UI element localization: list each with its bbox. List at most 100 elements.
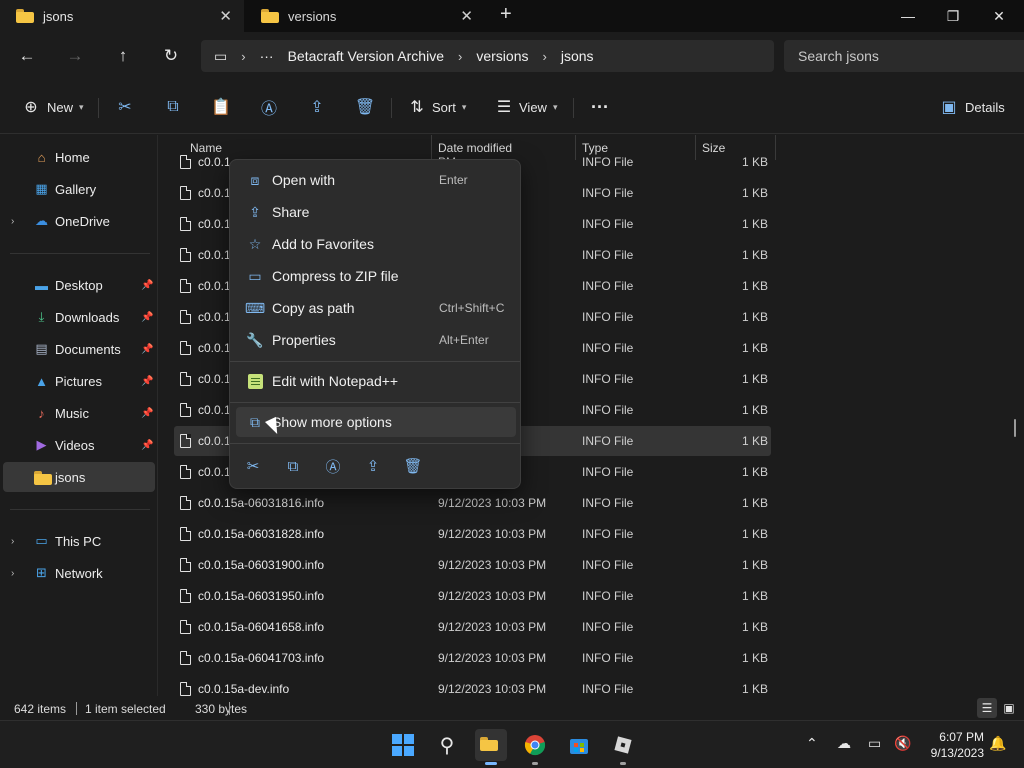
sidebar-item-music[interactable]: ♪ Music 📌 (0, 398, 155, 428)
chrome-taskbar-button[interactable] (519, 729, 551, 765)
file-size: 1 KB (741, 186, 768, 200)
close-tab-icon[interactable]: ✕ (219, 7, 232, 25)
add-to-favorites-menu-item[interactable]: ☆ Add to Favorites (236, 229, 516, 259)
tab-versions[interactable]: versions ✕ (245, 0, 485, 32)
trash-icon[interactable]: 🗑 (402, 455, 424, 477)
display-icon[interactable]: ▭ (868, 735, 881, 752)
menu-divider (230, 443, 520, 444)
chevron-right-icon[interactable]: › (11, 536, 14, 547)
file-name: c0.0.15a-06041703.info (198, 651, 325, 665)
view-button[interactable]: ☰ View ▾ (492, 95, 558, 119)
see-more-button[interactable]: ··· (588, 95, 612, 119)
menu-item-shortcut: Ctrl+Shift+C (439, 301, 505, 315)
clock[interactable]: 6:07 PM 9/13/2023 (922, 729, 984, 761)
new-button[interactable]: ⊕ New ▾ (19, 95, 83, 119)
breadcrumb-versions[interactable]: versions (476, 48, 528, 64)
cut-button[interactable]: ✂ (113, 95, 137, 119)
cut-icon[interactable]: ✂ (242, 455, 264, 477)
show-hidden-icons-chevron[interactable]: ⌃ (806, 735, 818, 752)
file-icon (180, 558, 191, 572)
tab-jsons[interactable]: jsons ✕ (0, 0, 244, 32)
back-button[interactable]: ← (15, 44, 39, 68)
sidebar-item-home[interactable]: ⌂ Home (0, 142, 155, 172)
file-size: 1 KB (741, 155, 768, 169)
notification-bell-icon[interactable]: 🔔 (989, 735, 1006, 752)
up-button[interactable]: ↑ (111, 44, 135, 68)
compress-zip-menu-item[interactable]: ▭ Compress to ZIP file (236, 261, 516, 291)
sort-icon: ⇅ (410, 99, 424, 116)
delete-button[interactable]: 🗑 (353, 95, 377, 119)
breadcrumb-separator[interactable]: › (458, 49, 462, 64)
store-taskbar-button[interactable] (563, 729, 595, 761)
sidebar-item-documents[interactable]: ▤ Documents 📌 (0, 334, 155, 364)
toolbar-divider (573, 98, 574, 118)
address-bar[interactable]: ▭ › ··· Betacraft Version Archive › vers… (201, 40, 774, 72)
file-row[interactable]: c0.0.15a-06041703.info 9/12/2023 10:03 PM… (174, 643, 771, 673)
onedrive-tray-icon[interactable]: ☁ (837, 735, 851, 752)
share-button[interactable]: ⇪ (305, 95, 329, 119)
rename-icon[interactable]: Ⓐ (322, 455, 344, 477)
sidebar-item-downloads[interactable]: ⤓ Downloads 📌 (0, 302, 155, 332)
file-row[interactable]: c0.0.15a-06031816.info 9/12/2023 10:03 PM… (174, 488, 771, 518)
sidebar-item-gallery[interactable]: ▦ Gallery (0, 174, 155, 204)
file-row[interactable]: c0.0.15a-06031950.info 9/12/2023 10:03 PM… (174, 581, 771, 611)
file-name: c0.0.1 (198, 248, 231, 262)
sidebar-item-videos[interactable]: ▶ Videos 📌 (0, 430, 155, 460)
file-size: 1 KB (741, 310, 768, 324)
paste-button[interactable]: 📋 (209, 95, 233, 119)
refresh-button[interactable]: ↻ (159, 44, 183, 68)
sidebar-item-onedrive[interactable]: › ☁ OneDrive (0, 206, 155, 236)
file-row[interactable]: c0.0.15a-dev.info 9/12/2023 10:03 PM INFO … (174, 674, 771, 696)
new-tab-button[interactable]: + (500, 3, 512, 26)
details-view-button[interactable]: ☰ (977, 698, 997, 718)
file-size: 1 KB (741, 558, 768, 572)
volume-muted-icon[interactable]: 🔇 (894, 735, 911, 752)
copy-button[interactable]: ⧉ (161, 95, 185, 119)
search-input[interactable]: Search jsons (784, 40, 1024, 72)
sidebar-item-desktop[interactable]: ▬ Desktop 📌 (0, 270, 155, 300)
breadcrumb-separator[interactable]: › (542, 49, 546, 64)
sidebar-item-this-pc[interactable]: › ▭ This PC (0, 526, 155, 556)
column-divider[interactable] (775, 135, 776, 160)
sidebar-item-jsons[interactable]: jsons (3, 462, 155, 492)
roblox-icon (614, 736, 632, 754)
notepad-plus-plus-icon (246, 372, 264, 390)
roblox-taskbar-button[interactable] (607, 729, 639, 765)
close-tab-icon[interactable]: ✕ (460, 7, 473, 25)
pin-icon: 📌 (141, 439, 154, 451)
share-menu-item[interactable]: ⇪ Share (236, 197, 516, 227)
share-icon[interactable]: ⇪ (362, 455, 384, 477)
file-row[interactable]: c0.0.15a-06031900.info 9/12/2023 10:03 PM… (174, 550, 771, 580)
breadcrumb-betacraft[interactable]: Betacraft Version Archive (288, 48, 444, 64)
rename-button[interactable]: Ⓐ (257, 95, 281, 119)
sidebar-item-pictures[interactable]: ▲ Pictures 📌 (0, 366, 155, 396)
search-icon[interactable]: ⚲ (431, 729, 463, 761)
close-window-button[interactable]: ✕ (976, 0, 1022, 32)
open-with-menu-item[interactable]: ⧈ Open with Enter (236, 165, 516, 195)
copy-icon[interactable]: ⧉ (282, 455, 304, 477)
tiles-view-button[interactable]: ▣ (999, 698, 1019, 718)
minimize-button[interactable]: — (885, 0, 931, 32)
file-explorer-taskbar-button[interactable] (475, 729, 507, 765)
start-button[interactable] (387, 729, 419, 761)
breadcrumb-jsons[interactable]: jsons (561, 48, 594, 64)
sidebar-item-network[interactable]: › ⊞ Network (0, 558, 155, 588)
file-date: 9/12/2023 10:03 PM (438, 620, 547, 634)
file-icon (180, 465, 191, 479)
breadcrumb-overflow[interactable]: ··· (260, 48, 274, 64)
chevron-right-icon[interactable]: › (11, 568, 14, 579)
details-pane-icon: ▣ (941, 99, 957, 116)
chevron-right-icon[interactable]: › (11, 216, 14, 227)
forward-button[interactable]: → (63, 44, 87, 68)
details-button[interactable]: ▣ Details (937, 95, 1004, 119)
file-row[interactable]: c0.0.15a-06031828.info 9/12/2023 10:03 PM… (174, 519, 771, 549)
file-size: 1 KB (741, 682, 768, 696)
status-divider (76, 702, 77, 715)
scrollbar-thumb[interactable] (1014, 419, 1016, 437)
sort-button[interactable]: ⇅ Sort ▾ (405, 95, 466, 119)
properties-menu-item[interactable]: 🔧 Properties Alt+Enter (236, 325, 516, 355)
file-row[interactable]: c0.0.15a-06041658.info 9/12/2023 10:03 PM… (174, 612, 771, 642)
edit-notepad-menu-item[interactable]: Edit with Notepad++ (236, 366, 516, 396)
copy-as-path-menu-item[interactable]: ⌨ Copy as path Ctrl+Shift+C (236, 293, 516, 323)
maximize-button[interactable]: ❐ (930, 0, 976, 32)
